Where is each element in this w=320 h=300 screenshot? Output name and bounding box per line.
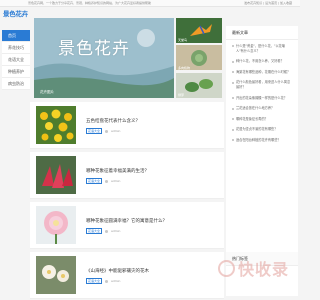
banner-caption: 花卉图片 <box>40 90 54 94</box>
list-item[interactable]: 什么是"黄金"，是什么花，"以花喻人"有什么意义？ <box>232 44 292 53</box>
thumb-bird-of-paradise[interactable]: 天堂鸟 <box>176 18 222 43</box>
site-notice: 景色花卉网，一个致力于分享花卉、景观、种植养护知识的网站，为广大花卉爱好者提供帮… <box>28 1 152 5</box>
article-link[interactable]: 哪种花是象征长寿的？ <box>236 117 268 122</box>
post-meta: 花语大全 admin <box>86 228 120 234</box>
bullet-icon <box>232 107 234 110</box>
post-meta: 花语大全 admin <box>86 178 120 184</box>
article-link[interactable]: 海棠花有哪些品种，花期在什么时候？ <box>236 70 290 75</box>
thumb-succulent[interactable]: 多肉植物 <box>176 45 222 71</box>
bullet-icon <box>232 45 234 48</box>
site-logo[interactable]: 景色花卉 <box>3 6 33 20</box>
article-link[interactable]: 种什么花，不用怎么养，又好看？ <box>236 59 284 64</box>
nav-item-pest-control[interactable]: 病虫防治 <box>2 78 30 90</box>
article-link[interactable]: 适合在阳台种植的花卉有哪些？ <box>236 138 281 143</box>
post-thumbnail <box>36 206 76 244</box>
post-thumbnail <box>36 156 76 194</box>
bullet-icon <box>232 128 234 131</box>
thumb-pothos[interactable]: 绿萝 <box>176 72 222 98</box>
category-tag[interactable]: 花语大全 <box>86 228 103 234</box>
post-title[interactable]: 哪种花象征着幸福美满的生活？ <box>86 168 149 174</box>
nav-item-tips[interactable]: 养花技巧 <box>2 42 30 54</box>
category-tag[interactable]: 花语大全 <box>86 128 103 134</box>
list-item[interactable]: 开出的花朵像蝴蝶一样的是什么花？ <box>232 96 292 101</box>
article-link[interactable]: 什么是"黄金"，是什么花，"以花喻人"有什么意义？ <box>236 44 292 53</box>
category-tag[interactable]: 花语大全 <box>86 278 103 284</box>
logo-text: 景色花卉 <box>3 10 28 18</box>
post-thumbnail <box>36 106 76 144</box>
post-meta: 花语大全 admin <box>86 128 120 134</box>
list-item[interactable]: 《山海经》中能驱邪禳灾的花木 花语大全 admin <box>30 252 224 299</box>
post-title[interactable]: 哪种花象征圆满幸福？它的寓意是什么？ <box>86 218 167 224</box>
nav-item-care[interactable]: 种植养护 <box>2 66 30 78</box>
post-author: admin <box>111 229 121 233</box>
latest-articles-list: 什么是"黄金"，是什么花，"以花喻人"有什么意义？ 种什么花，不用怎么养，又好看… <box>226 40 298 153</box>
thumb-label: 天堂鸟 <box>178 38 188 43</box>
post-title[interactable]: 《山海经》中能驱邪禳灾的花木 <box>86 268 149 274</box>
list-item[interactable]: 种什么花，不用怎么养，又好看？ <box>232 59 292 64</box>
post-author: admin <box>111 129 121 133</box>
list-item[interactable]: 兰花适合放在什么地方养？ <box>232 106 292 111</box>
article-link[interactable]: 花什么颜色最好看，用来送人什么寓意最好？ <box>236 80 292 89</box>
bullet-icon <box>232 81 234 84</box>
top-links[interactable]: 发布花卉知识 | 设为首页 | 加入收藏 <box>244 1 292 5</box>
list-item[interactable]: 海棠花有哪些品种，花期在什么时候？ <box>232 70 292 75</box>
list-item[interactable]: 哪种花是象征长寿的？ <box>232 117 292 122</box>
author-avatar-icon <box>105 229 109 233</box>
watermark-text: 快收录 <box>238 260 290 279</box>
article-link[interactable]: 兰花适合放在什么地方养？ <box>236 106 274 111</box>
top-notice-bar: 景色花卉网，一个致力于分享花卉、景观、种植养护知识的网站，为广大花卉爱好者提供帮… <box>0 0 300 7</box>
list-item[interactable]: 花语为坚贞不渝的花有哪些？ <box>232 127 292 132</box>
post-title[interactable]: 五色桔盘花代表什么含义？ <box>86 118 140 124</box>
post-thumbnail <box>36 256 76 294</box>
bullet-icon <box>232 71 234 74</box>
sidebar-nav: 首页 养花技巧 花语大全 种植养护 病虫防治 <box>2 30 30 90</box>
thumb-label: 多肉植物 <box>178 65 191 70</box>
nav-item-home[interactable]: 首页 <box>2 30 30 42</box>
category-tag[interactable]: 花语大全 <box>86 178 103 184</box>
article-link[interactable]: 花语为坚贞不渝的花有哪些？ <box>236 127 277 132</box>
post-author: admin <box>111 179 121 183</box>
watermark: 快收录 <box>218 256 289 280</box>
post-author: admin <box>111 279 121 283</box>
list-item[interactable]: 哪种花象征着幸福美满的生活？ 花语大全 admin <box>30 152 224 199</box>
banner-thumbnails: 天堂鸟 多肉植物 绿萝 <box>176 18 222 98</box>
banner-title: 景色花卉 <box>58 39 130 59</box>
bullet-icon <box>232 139 234 142</box>
bullet-icon <box>232 60 234 63</box>
panel-heading: 最新文章 <box>226 26 298 40</box>
post-meta: 花语大全 admin <box>86 278 120 284</box>
list-item[interactable]: 花什么颜色最好看，用来送人什么寓意最好？ <box>232 80 292 89</box>
list-item[interactable]: 哪种花象征圆满幸福？它的寓意是什么？ 花语大全 admin <box>30 202 224 249</box>
author-avatar-icon <box>105 279 109 283</box>
bullet-icon <box>232 96 234 99</box>
author-avatar-icon <box>105 129 109 133</box>
list-item[interactable]: 适合在阳台种植的花卉有哪些？ <box>232 138 292 143</box>
article-feed: 五色桔盘花代表什么含义？ 花语大全 admin 哪种花象征着幸福美满的生活？ 花… <box>30 102 224 300</box>
bullet-icon <box>232 118 234 121</box>
article-link[interactable]: 开出的花朵像蝴蝶一样的是什么花？ <box>236 96 287 101</box>
list-item[interactable]: 五色桔盘花代表什么含义？ 花语大全 admin <box>30 102 224 149</box>
nav-item-flower-language[interactable]: 花语大全 <box>2 54 30 66</box>
thumb-label: 绿萝 <box>178 92 185 97</box>
hero-banner[interactable]: 景色花卉 花卉图片 <box>34 18 174 98</box>
author-avatar-icon <box>105 179 109 183</box>
watermark-logo-icon <box>218 259 235 277</box>
